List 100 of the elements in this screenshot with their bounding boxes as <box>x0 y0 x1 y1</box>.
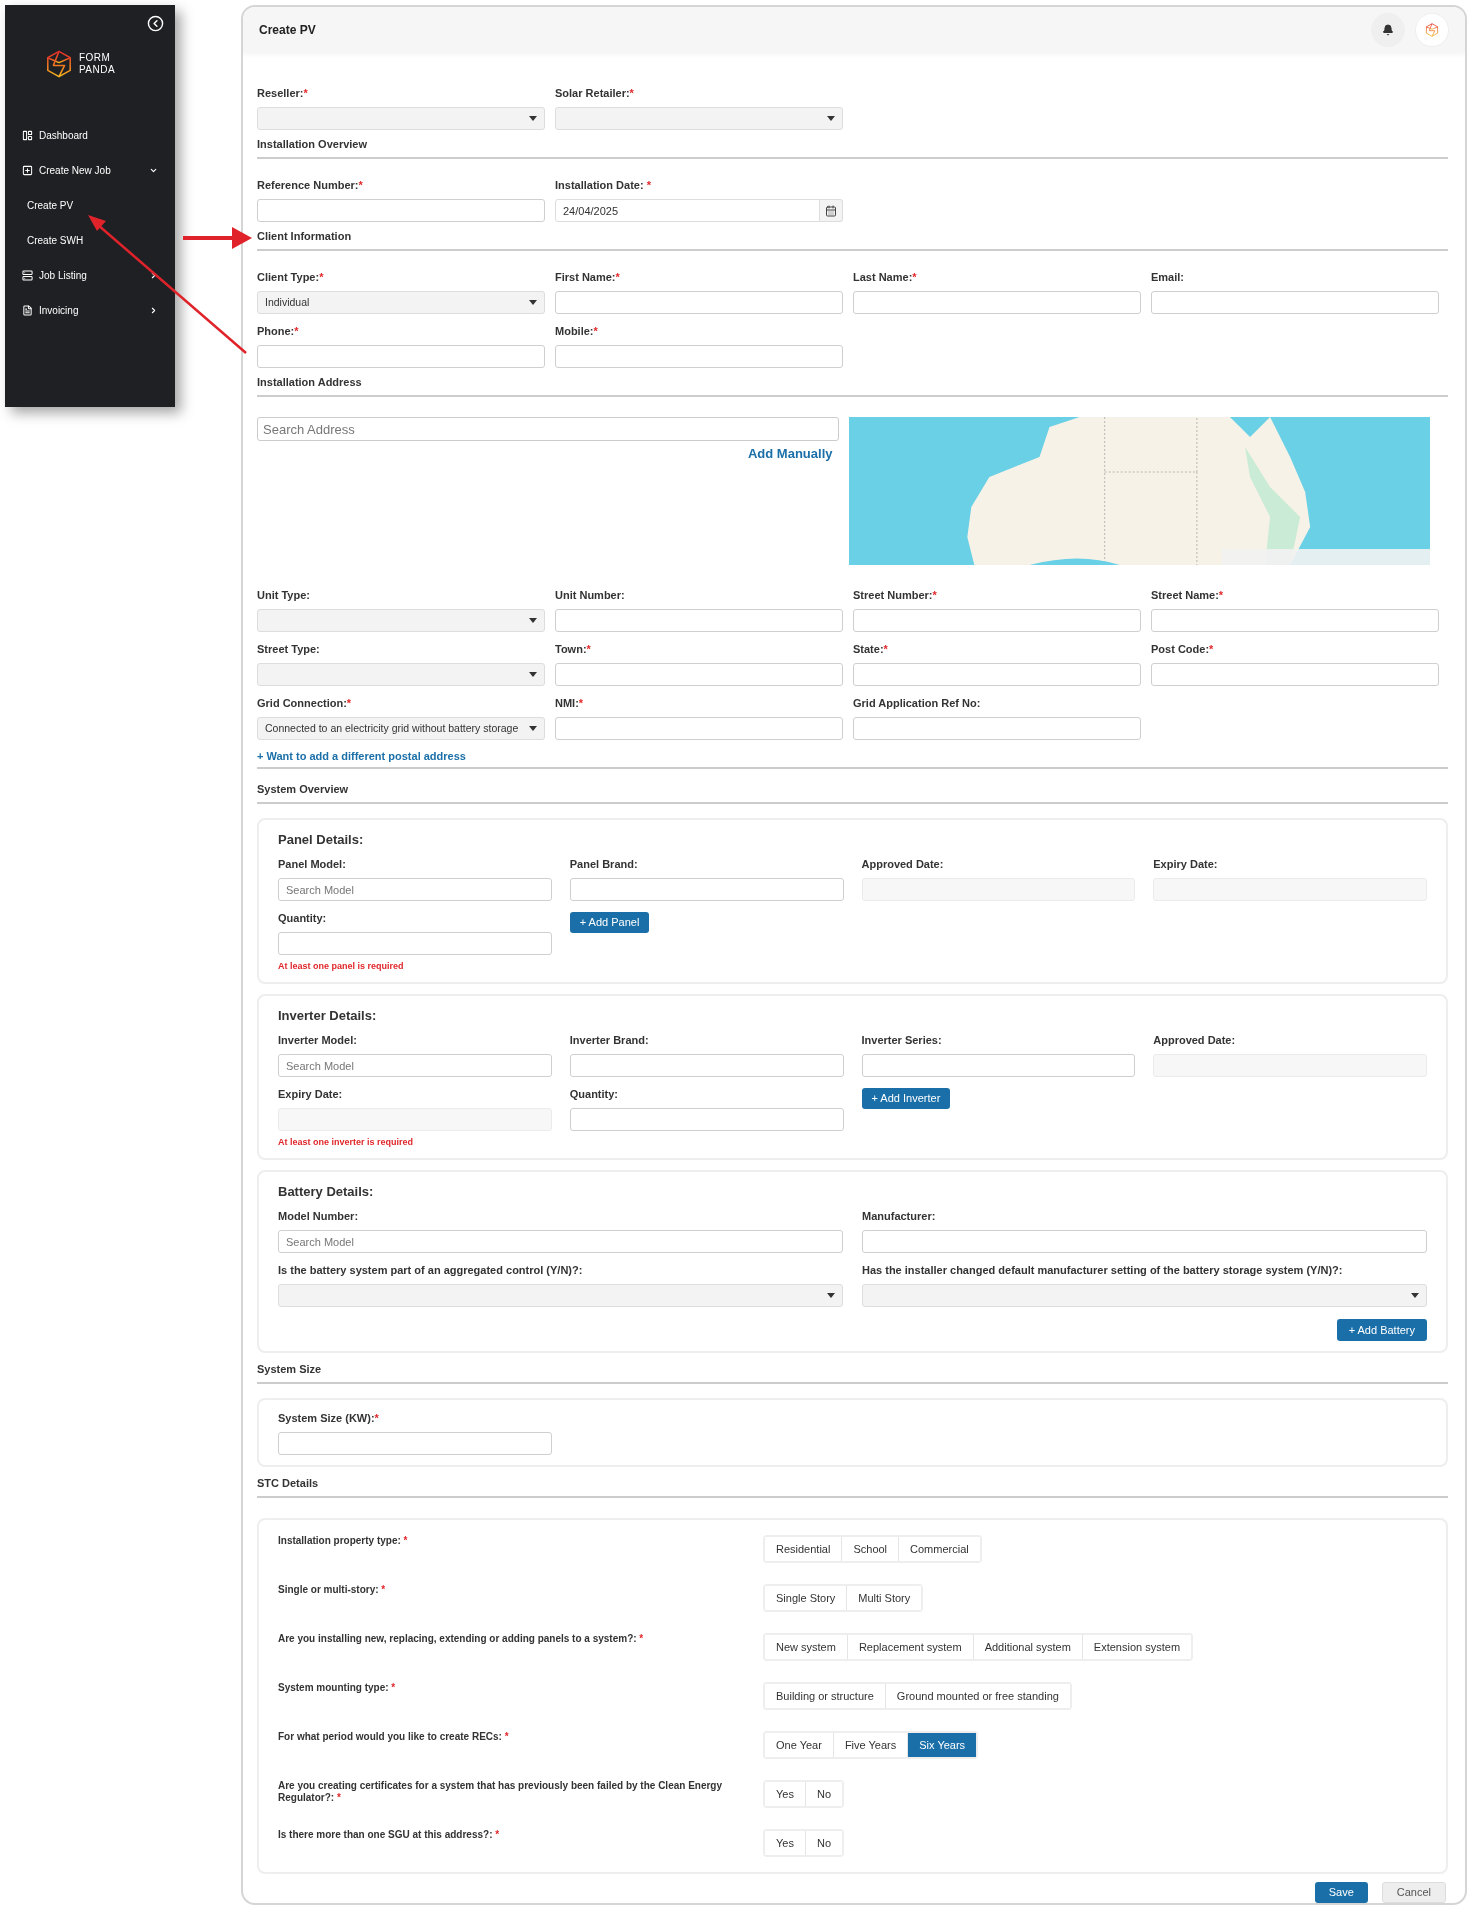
add-manually-link[interactable]: Add Manually <box>748 446 833 461</box>
text-field[interactable] <box>278 1432 552 1455</box>
option-button[interactable]: Multi Story <box>846 1586 922 1610</box>
section-heading: System Overview <box>257 783 349 796</box>
collapse-button[interactable] <box>147 15 164 32</box>
field-label: Solar Retailer:* <box>555 87 634 100</box>
option-button[interactable]: Ground mounted or free standing <box>884 1684 1070 1708</box>
text-field[interactable] <box>569 878 844 901</box>
field-label: Inverter Series: <box>861 1034 942 1047</box>
field-label: Street Type: <box>257 643 320 656</box>
text-field[interactable] <box>555 717 843 740</box>
option-button[interactable]: No <box>804 1831 842 1855</box>
add-button[interactable]: + Add Inverter <box>861 1088 951 1109</box>
option-button[interactable]: Extension system <box>1081 1635 1192 1659</box>
text-field[interactable]: Search Model <box>278 878 552 901</box>
section-heading: Client Information <box>257 230 352 243</box>
text-field[interactable] <box>853 291 1141 314</box>
avatar-button[interactable] <box>1415 13 1449 47</box>
text-field[interactable] <box>257 345 545 368</box>
field-label: Manufacturer: <box>862 1210 936 1223</box>
dropdown[interactable]: Connected to an electricity grid without battery storage <box>257 717 545 740</box>
calendar-button[interactable] <box>820 199 843 222</box>
option-button[interactable]: Six Years <box>907 1733 977 1757</box>
layout-icon <box>22 130 33 141</box>
dropdown[interactable] <box>257 609 545 632</box>
sidebar-subitem[interactable]: Create SWH <box>22 223 84 258</box>
field-label: Grid Connection:* <box>257 697 352 710</box>
sidebar-item[interactable]: Job Listing <box>22 258 158 293</box>
logo-text: FORM <box>78 52 112 64</box>
page-title: Create PV <box>259 22 316 39</box>
text-field[interactable] <box>861 1054 1136 1077</box>
square-plus-icon <box>22 165 33 176</box>
section-heading: System Size <box>257 1363 322 1376</box>
text-field[interactable] <box>1151 291 1439 314</box>
field-label: Has the installer changed default manufacturer setting of the battery storage system (Y/N)?: <box>862 1264 1343 1277</box>
sidebar-item[interactable]: Invoicing <box>22 293 158 328</box>
dropdown[interactable]: Individual <box>257 291 545 314</box>
text-field[interactable] <box>853 717 1141 740</box>
caret-icon <box>827 116 835 121</box>
text-field[interactable] <box>278 932 552 955</box>
field-label: Phone:* <box>257 325 299 338</box>
field-label: Reference Number:* <box>257 179 363 192</box>
field-label: Grid Application Ref No: <box>853 697 981 710</box>
postal-address-link[interactable]: + Want to add a different postal address <box>257 750 466 763</box>
question-label: System mounting type: * <box>278 1682 397 1694</box>
text-field[interactable] <box>569 1054 844 1077</box>
field-label: Post Code:* <box>1151 643 1214 656</box>
avatar-logo-icon <box>1425 23 1439 37</box>
text-field[interactable]: Search Model <box>278 1230 843 1253</box>
text-field[interactable] <box>569 1108 844 1131</box>
section-heading: STC Details <box>257 1477 319 1490</box>
text-field[interactable] <box>555 609 843 632</box>
text-field[interactable] <box>555 345 843 368</box>
field-label: Panel Brand: <box>569 858 638 871</box>
field-label: Last Name:* <box>853 271 917 284</box>
section-heading: Installation Address <box>257 376 362 389</box>
dropdown[interactable] <box>555 107 843 130</box>
add-button[interactable]: + Add Battery <box>1336 1319 1427 1341</box>
date-field[interactable]: 24/04/2025 <box>555 199 820 222</box>
text-field[interactable] <box>1151 609 1439 632</box>
field-label: Mobile:* <box>555 325 598 338</box>
field-label: State:* <box>853 643 888 656</box>
address-search-field[interactable]: Search Address <box>257 417 839 441</box>
text-field[interactable] <box>1151 663 1439 686</box>
option-button[interactable]: No <box>804 1782 842 1806</box>
field-label: Inverter Brand: <box>569 1034 649 1047</box>
field-label: First Name:* <box>555 271 620 284</box>
cancel-button[interactable]: Cancel <box>1381 1882 1446 1903</box>
field-label: Installation Date: * <box>555 179 651 192</box>
add-button[interactable]: + Add Panel <box>569 912 650 933</box>
sidebar-item[interactable]: Create New Job <box>22 153 158 188</box>
text-field[interactable] <box>555 663 843 686</box>
field-label: Approved Date: <box>861 858 944 871</box>
notification-button[interactable] <box>1371 13 1405 47</box>
bell-icon <box>1382 24 1394 36</box>
save-button[interactable]: Save <box>1314 1882 1368 1903</box>
text-field[interactable] <box>862 1230 1427 1253</box>
text-field[interactable] <box>257 199 545 222</box>
question-label: Is there more than one SGU at this address?: * <box>278 1829 501 1841</box>
text-field[interactable]: Search Model <box>278 1054 552 1077</box>
dropdown[interactable] <box>862 1284 1427 1307</box>
sidebar-item[interactable]: Dashboard <box>22 118 158 153</box>
question-label: Are you installing new, replacing, extending or adding panels to a system?: * <box>278 1633 645 1645</box>
text-field[interactable] <box>853 609 1141 632</box>
dropdown[interactable] <box>278 1284 843 1307</box>
logo-text: PANDA <box>78 64 116 76</box>
text-field[interactable] <box>555 291 843 314</box>
card-title: Battery Details: <box>278 1184 374 1199</box>
field-label: Model Number: <box>278 1210 359 1223</box>
dropdown[interactable] <box>257 107 545 130</box>
option-button[interactable]: Commercial <box>898 1537 980 1561</box>
dropdown[interactable] <box>257 663 545 686</box>
caret-icon <box>529 618 537 623</box>
server-icon <box>22 270 33 281</box>
field-label: Unit Number: <box>555 589 625 602</box>
text-field[interactable] <box>853 663 1141 686</box>
caret-icon <box>529 116 537 121</box>
caret-icon <box>529 672 537 677</box>
sidebar-subitem[interactable]: Create PV <box>22 188 74 223</box>
question-label: Are you creating certificates for a system that has previously been failed by the Clean Energy Regulator?: * <box>278 1780 724 1804</box>
